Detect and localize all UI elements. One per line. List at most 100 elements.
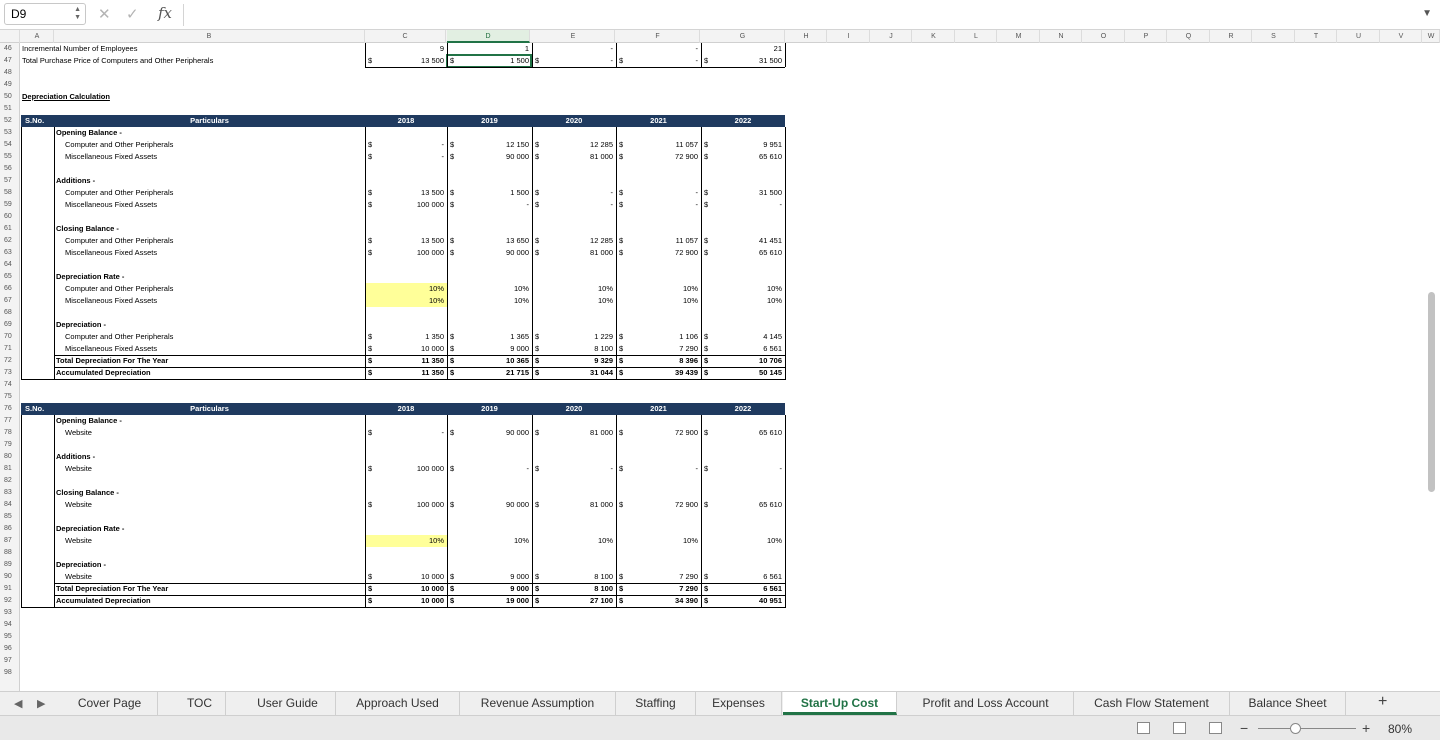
value-cell[interactable]: 10% xyxy=(701,295,782,307)
column-header-a[interactable]: A xyxy=(21,30,54,43)
value-cell[interactable]: 10% xyxy=(701,283,782,295)
row-header-66[interactable]: 66 xyxy=(0,283,20,295)
value-cell[interactable]: - xyxy=(532,199,614,211)
sheet-tab-toc[interactable]: TOC xyxy=(174,692,226,715)
sheet-tab-cover-page[interactable]: Cover Page xyxy=(62,692,158,715)
row-header-94[interactable]: 94 xyxy=(0,619,20,631)
row-header-46[interactable]: 46 xyxy=(0,43,20,55)
value-cell[interactable]: - xyxy=(532,463,614,475)
value-cell[interactable]: 100 000 xyxy=(365,463,444,475)
row-header-64[interactable]: 64 xyxy=(0,259,20,271)
row-header-52[interactable]: 52 xyxy=(0,115,20,127)
value-cell[interactable]: 90 000 xyxy=(447,151,529,163)
value-cell[interactable]: 100 000 xyxy=(365,247,444,259)
page-break-view-icon[interactable] xyxy=(1209,722,1222,734)
row-header-51[interactable]: 51 xyxy=(0,103,20,115)
row-header-56[interactable]: 56 xyxy=(0,163,20,175)
value-cell[interactable]: 10 000 xyxy=(365,583,444,595)
vertical-scrollbar[interactable] xyxy=(1428,292,1435,492)
row-header-87[interactable]: 87 xyxy=(0,535,20,547)
value-cell[interactable]: - xyxy=(616,43,699,55)
zoom-out-button[interactable]: − xyxy=(1240,720,1248,736)
tab-scroll-right-icon[interactable]: ▶ xyxy=(37,697,45,710)
value-cell[interactable]: 81 000 xyxy=(532,427,613,439)
page-layout-view-icon[interactable] xyxy=(1173,722,1186,734)
row-header-50[interactable]: 50 xyxy=(0,91,20,103)
column-header-w[interactable]: W xyxy=(1423,30,1440,43)
row-header-97[interactable]: 97 xyxy=(0,655,20,667)
sheet-tab-profit-and-loss-account[interactable]: Profit and Loss Account xyxy=(898,692,1074,715)
value-cell[interactable]: 8 396 xyxy=(616,355,698,367)
value-cell[interactable]: 1 365 xyxy=(447,331,529,343)
insert-function-icon[interactable]: fx xyxy=(158,4,172,22)
value-cell[interactable]: 10% xyxy=(365,535,444,547)
row-header-60[interactable]: 60 xyxy=(0,211,20,223)
value-cell[interactable]: - xyxy=(532,55,614,67)
row-header-85[interactable]: 85 xyxy=(0,511,20,523)
value-cell[interactable]: 100 000 xyxy=(365,499,444,511)
value-cell[interactable]: 65 610 xyxy=(701,247,782,259)
value-cell[interactable]: 1 xyxy=(447,43,529,55)
value-cell[interactable]: 11 057 xyxy=(616,235,698,247)
value-cell[interactable]: - xyxy=(447,463,530,475)
value-cell[interactable]: 1 350 xyxy=(365,331,444,343)
row-header-89[interactable]: 89 xyxy=(0,559,20,571)
row-header-53[interactable]: 53 xyxy=(0,127,20,139)
column-header-i[interactable]: I xyxy=(828,30,870,43)
value-cell[interactable]: 72 900 xyxy=(616,151,698,163)
value-cell[interactable]: 10% xyxy=(532,283,613,295)
value-cell[interactable]: 13 500 xyxy=(365,55,444,67)
value-cell[interactable]: - xyxy=(365,139,445,151)
row-header-68[interactable]: 68 xyxy=(0,307,20,319)
row-header-81[interactable]: 81 xyxy=(0,463,20,475)
row-header-77[interactable]: 77 xyxy=(0,415,20,427)
value-cell[interactable]: 81 000 xyxy=(532,499,613,511)
row-header-71[interactable]: 71 xyxy=(0,343,20,355)
value-cell[interactable]: 72 900 xyxy=(616,499,698,511)
column-header-b[interactable]: B xyxy=(54,30,365,43)
name-box-spinner-icon[interactable]: ▲ ▼ xyxy=(74,6,81,22)
column-header-q[interactable]: Q xyxy=(1168,30,1210,43)
row-header-74[interactable]: 74 xyxy=(0,379,20,391)
sheet-tab-balance-sheet[interactable]: Balance Sheet xyxy=(1230,692,1346,715)
cancel-icon[interactable]: ✕ xyxy=(98,5,111,23)
value-cell[interactable]: 65 610 xyxy=(701,151,782,163)
column-header-c[interactable]: C xyxy=(365,30,446,43)
row-header-65[interactable]: 65 xyxy=(0,271,20,283)
worksheet-grid[interactable]: Incremental Number of Employees 9 1- -21 Tot… xyxy=(21,43,1440,691)
value-cell[interactable]: - xyxy=(365,151,445,163)
row-header-72[interactable]: 72 xyxy=(0,355,20,367)
value-cell[interactable]: - xyxy=(616,187,699,199)
row-header-48[interactable]: 48 xyxy=(0,67,20,79)
column-header-m[interactable]: M xyxy=(998,30,1040,43)
zoom-slider[interactable] xyxy=(1258,728,1356,729)
value-cell[interactable]: 81 000 xyxy=(532,151,613,163)
value-cell[interactable]: 1 500 xyxy=(447,187,529,199)
value-cell[interactable]: - xyxy=(616,199,699,211)
value-cell[interactable]: 13 500 xyxy=(365,187,444,199)
value-cell[interactable]: 6 561 xyxy=(701,571,782,583)
value-cell[interactable]: 10% xyxy=(532,295,613,307)
row-header-98[interactable]: 98 xyxy=(0,667,20,679)
row-header-92[interactable]: 92 xyxy=(0,595,20,607)
row-header-76[interactable]: 76 xyxy=(0,403,20,415)
value-cell[interactable]: 10% xyxy=(447,535,529,547)
value-cell[interactable]: 9 xyxy=(365,43,444,55)
value-cell[interactable]: - xyxy=(616,55,699,67)
row-header-54[interactable]: 54 xyxy=(0,139,20,151)
formula-input[interactable] xyxy=(192,7,1412,23)
row-header-55[interactable]: 55 xyxy=(0,151,20,163)
value-cell[interactable]: 9 000 xyxy=(447,571,529,583)
value-cell[interactable]: 11 350 xyxy=(365,355,444,367)
row-header-73[interactable]: 73 xyxy=(0,367,20,379)
row-header-95[interactable]: 95 xyxy=(0,631,20,643)
enter-icon[interactable]: ✓ xyxy=(126,5,139,23)
value-cell[interactable]: - xyxy=(447,199,530,211)
value-cell[interactable]: 34 390 xyxy=(616,595,698,607)
value-cell[interactable]: 50 145 xyxy=(701,367,782,379)
tab-scroll-left-icon[interactable]: ◀ xyxy=(14,697,22,710)
value-cell[interactable]: 10 000 xyxy=(365,343,444,355)
zoom-in-button[interactable]: + xyxy=(1362,720,1370,736)
value-cell[interactable]: 90 000 xyxy=(447,247,529,259)
name-box[interactable]: D9 ▲ ▼ xyxy=(4,3,86,25)
